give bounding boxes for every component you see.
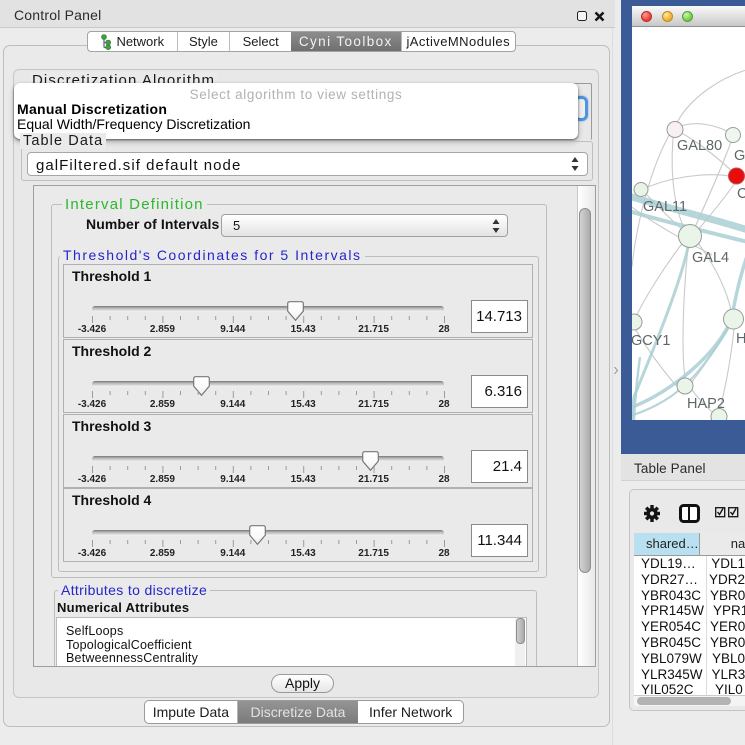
svg-text:H: H [736, 331, 745, 347]
svg-text:HAP2: HAP2 [687, 396, 725, 412]
svg-text:G.: G. [734, 148, 745, 164]
svg-text:C: C [737, 186, 745, 202]
svg-text:GAL80: GAL80 [677, 138, 722, 154]
svg-text:GAL4: GAL4 [692, 250, 729, 266]
svg-text:GCY1: GCY1 [632, 333, 671, 349]
svg-text:GAL11: GAL11 [643, 199, 687, 215]
